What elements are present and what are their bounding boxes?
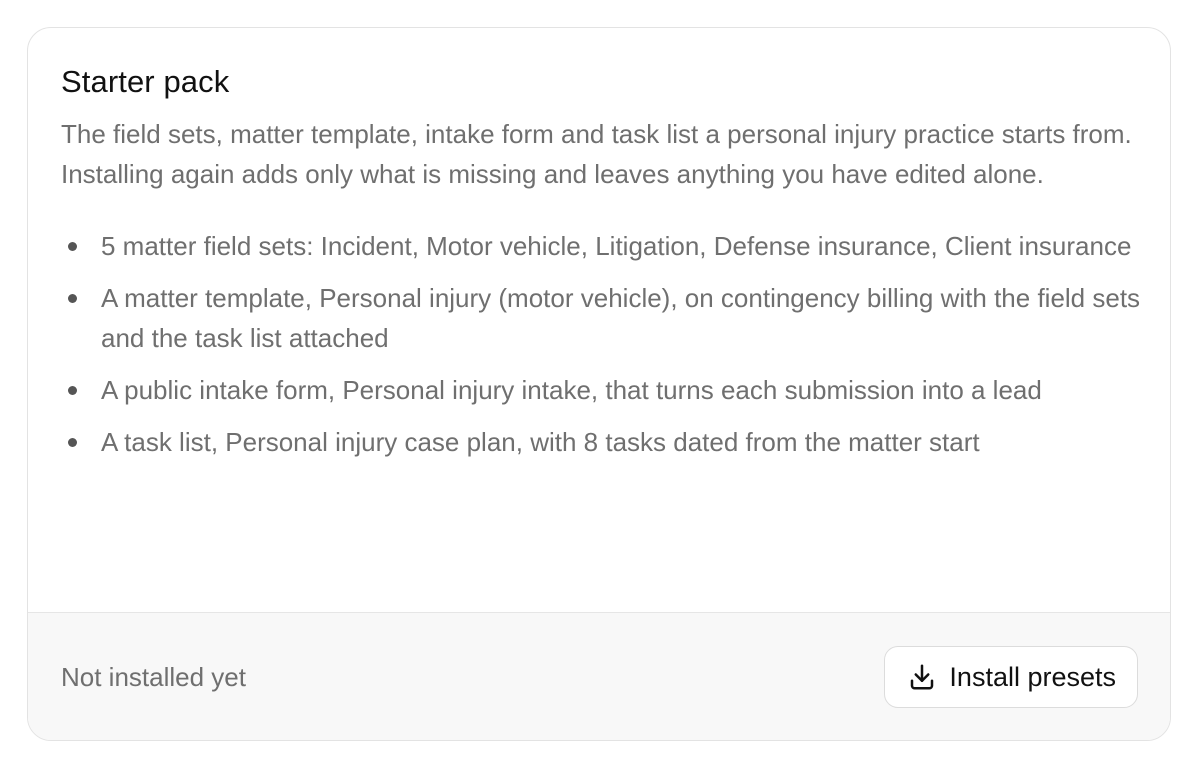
bullet-icon — [68, 386, 77, 395]
card-description: The field sets, matter template, intake … — [61, 119, 1132, 189]
bullet-icon — [68, 438, 77, 447]
install-status: Not installed yet — [61, 662, 246, 692]
list-item-text: A public intake form, Personal injury in… — [101, 375, 1042, 405]
install-presets-button[interactable]: Install presets — [884, 646, 1138, 708]
download-icon — [907, 662, 937, 692]
bullet-icon — [68, 242, 77, 251]
preset-list: 5 matter field sets: Incident, Motor veh… — [61, 226, 1140, 462]
list-item: A public intake form, Personal injury in… — [61, 370, 1141, 410]
list-item-text: 5 matter field sets: Incident, Motor veh… — [101, 231, 1132, 261]
list-item: 5 matter field sets: Incident, Motor veh… — [61, 226, 1141, 266]
list-item-text: A matter template, Personal injury (moto… — [101, 283, 1141, 353]
list-item: A task list, Personal injury case plan, … — [61, 422, 1141, 462]
list-item: A matter template, Personal injury (moto… — [61, 278, 1141, 358]
install-presets-label: Install presets — [949, 662, 1116, 692]
card-title: Starter pack — [61, 64, 230, 99]
list-item-text: A task list, Personal injury case plan, … — [101, 427, 980, 457]
card-body: Starter pack The field sets, matter temp… — [28, 28, 1170, 613]
bullet-icon — [68, 294, 77, 303]
card-footer: Not installed yet Install presets — [28, 613, 1170, 740]
starter-pack-card: Starter pack The field sets, matter temp… — [27, 27, 1171, 741]
